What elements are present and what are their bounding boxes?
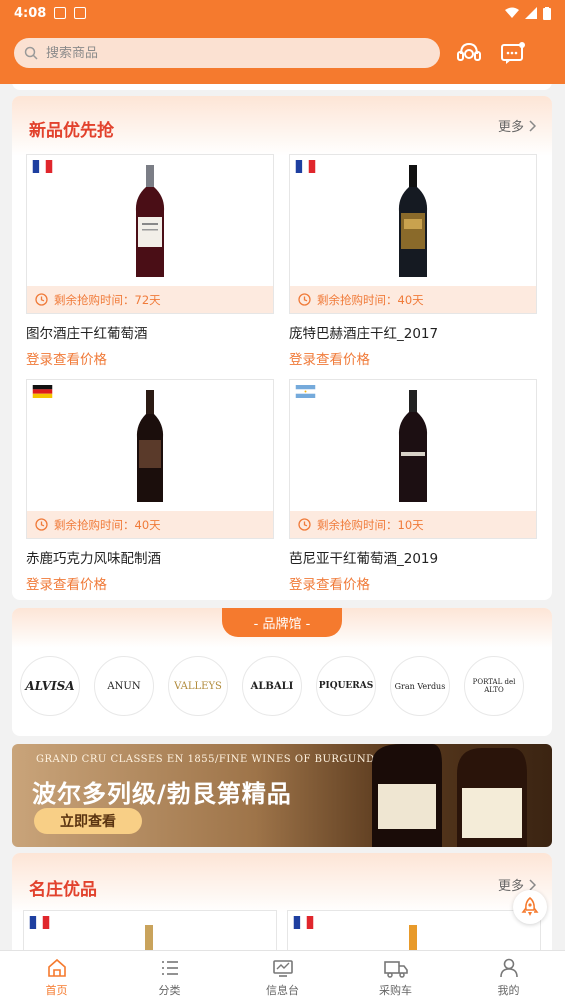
countdown-text: 剩余抢购时间：72天 <box>54 292 161 307</box>
view-now-button[interactable]: 立即查看 <box>34 808 142 834</box>
wifi-icon <box>505 7 519 18</box>
brand-logo[interactable]: VALLEYS <box>168 656 228 716</box>
product-name: 庞特巴赫酒庄干红_2017 <box>289 326 439 342</box>
wine-bottle-icon <box>145 925 153 950</box>
product-card[interactable]: 剩余抢购时间：40天 赤鹿巧克力风味配制酒 登录查看价格 <box>26 379 274 593</box>
section-title: 名庄优品 <box>29 880 97 900</box>
brand-logo[interactable]: Gran Verdus <box>390 656 450 716</box>
back-to-top-button[interactable] <box>513 890 547 924</box>
product-image: 剩余抢购时间：40天 <box>289 154 537 314</box>
product-image: 剩余抢购时间：72天 <box>26 154 274 314</box>
battery-icon <box>543 6 551 20</box>
product-card[interactable]: 剩余抢购时间：72天 图尔酒庄干红葡萄酒 登录查看价格 <box>26 154 274 368</box>
france-flag-icon <box>29 916 50 929</box>
search-bar[interactable] <box>14 38 440 68</box>
more-link[interactable]: 更多 <box>498 116 536 135</box>
wine-bottle-icon <box>398 165 428 277</box>
wine-bottles-image <box>372 744 527 847</box>
bottom-tab-bar: 首页 分类 信息台 采购车 我的 <box>0 950 565 1004</box>
france-flag-icon <box>32 160 53 173</box>
search-input[interactable] <box>46 45 386 61</box>
product-image: 剩余抢购时间：40天 <box>26 379 274 539</box>
countdown-text: 剩余抢购时间：40天 <box>54 517 161 532</box>
signal-icon <box>525 7 537 19</box>
message-icon <box>501 42 525 64</box>
brand-hall-title: - 品牌馆 - <box>222 608 342 637</box>
brand-logo[interactable]: PIQUERAS <box>316 656 376 716</box>
brand-logo[interactable]: ALVISA <box>20 656 80 716</box>
clock-icon <box>35 518 48 531</box>
wine-bottle-icon <box>409 925 417 950</box>
chevron-right-icon <box>529 119 536 132</box>
login-to-view-price[interactable]: 登录查看价格 <box>26 348 274 368</box>
login-to-view-price[interactable]: 登录查看价格 <box>289 348 537 368</box>
login-to-view-price[interactable]: 登录查看价格 <box>289 573 537 593</box>
login-to-view-price[interactable]: 登录查看价格 <box>26 573 274 593</box>
brand-logo[interactable]: ANUN <box>94 656 154 716</box>
clock-icon <box>298 293 311 306</box>
tab-home[interactable]: 首页 <box>0 951 113 1004</box>
countdown-text: 剩余抢购时间：40天 <box>317 292 424 307</box>
headset-icon <box>457 42 481 61</box>
wine-bottle-icon <box>398 390 428 502</box>
status-time: 4:08 <box>14 5 47 21</box>
product-card[interactable] <box>287 910 541 950</box>
new-products-section: 新品优先抢 更多 剩余抢购时间：72天 图尔酒庄干红葡萄酒 登录查看价格 剩余抢… <box>12 96 552 600</box>
home-content[interactable]: 新品优先抢 更多 剩余抢购时间：72天 图尔酒庄干红葡萄酒 登录查看价格 剩余抢… <box>0 84 565 950</box>
brand-logo[interactable]: ALBALI <box>242 656 302 716</box>
user-icon <box>499 958 518 978</box>
monitor-icon <box>272 960 293 977</box>
app-notification-icon <box>74 7 87 19</box>
brand-hall-section: - 品牌馆 - ALVISA ANUN VALLEYS ALBALI PIQUE… <box>12 608 552 736</box>
home-icon <box>47 958 66 977</box>
list-icon <box>161 961 178 975</box>
tab-cart[interactable]: 采购车 <box>339 951 452 1004</box>
truck-icon <box>383 961 408 978</box>
estate-products-section: 名庄优品 更多 <box>12 853 552 950</box>
france-flag-icon <box>295 160 316 173</box>
promo-banner[interactable]: GRAND CRU CLASSES EN 1855/FINE WINES OF … <box>12 744 552 847</box>
clock-icon <box>298 518 311 531</box>
product-image: 剩余抢购时间：10天 <box>289 379 537 539</box>
app-header: 4:08 <box>0 0 565 84</box>
product-card[interactable]: 剩余抢购时间：10天 芭尼亚干红葡萄酒_2019 登录查看价格 <box>289 379 537 593</box>
argentina-flag-icon <box>295 385 316 398</box>
product-name: 赤鹿巧克力风味配制酒 <box>26 551 161 567</box>
product-card[interactable] <box>23 910 277 950</box>
tab-profile[interactable]: 我的 <box>452 951 565 1004</box>
product-name: 芭尼亚干红葡萄酒_2019 <box>289 551 439 567</box>
customer-service-button[interactable] <box>454 38 484 68</box>
status-bar: 4:08 <box>0 0 565 26</box>
brand-logo[interactable]: PORTAL del ALTO <box>464 656 524 716</box>
search-icon <box>24 46 38 60</box>
banner-title: 波尔多列级/勃艮第精品 <box>32 780 292 808</box>
rocket-icon <box>521 897 539 916</box>
tab-info[interactable]: 信息台 <box>226 951 339 1004</box>
chevron-right-icon <box>529 878 536 891</box>
liqueur-bottle-icon <box>136 390 164 502</box>
germany-flag-icon <box>32 385 53 398</box>
section-title: 新品优先抢 <box>29 121 114 141</box>
wine-bottle-icon <box>135 165 165 277</box>
banner-subtitle: GRAND CRU CLASSES EN 1855/FINE WINES OF … <box>36 754 382 765</box>
messages-button[interactable] <box>498 38 528 68</box>
france-flag-icon <box>293 916 314 929</box>
tab-category[interactable]: 分类 <box>113 951 226 1004</box>
previous-card-edge <box>12 84 552 90</box>
clock-icon <box>35 293 48 306</box>
gallery-notification-icon <box>54 7 67 19</box>
product-card[interactable]: 剩余抢购时间：40天 庞特巴赫酒庄干红_2017 登录查看价格 <box>289 154 537 368</box>
product-name: 图尔酒庄干红葡萄酒 <box>26 326 148 342</box>
countdown-text: 剩余抢购时间：10天 <box>317 517 424 532</box>
brand-list[interactable]: ALVISA ANUN VALLEYS ALBALI PIQUERAS Gran… <box>20 656 524 716</box>
